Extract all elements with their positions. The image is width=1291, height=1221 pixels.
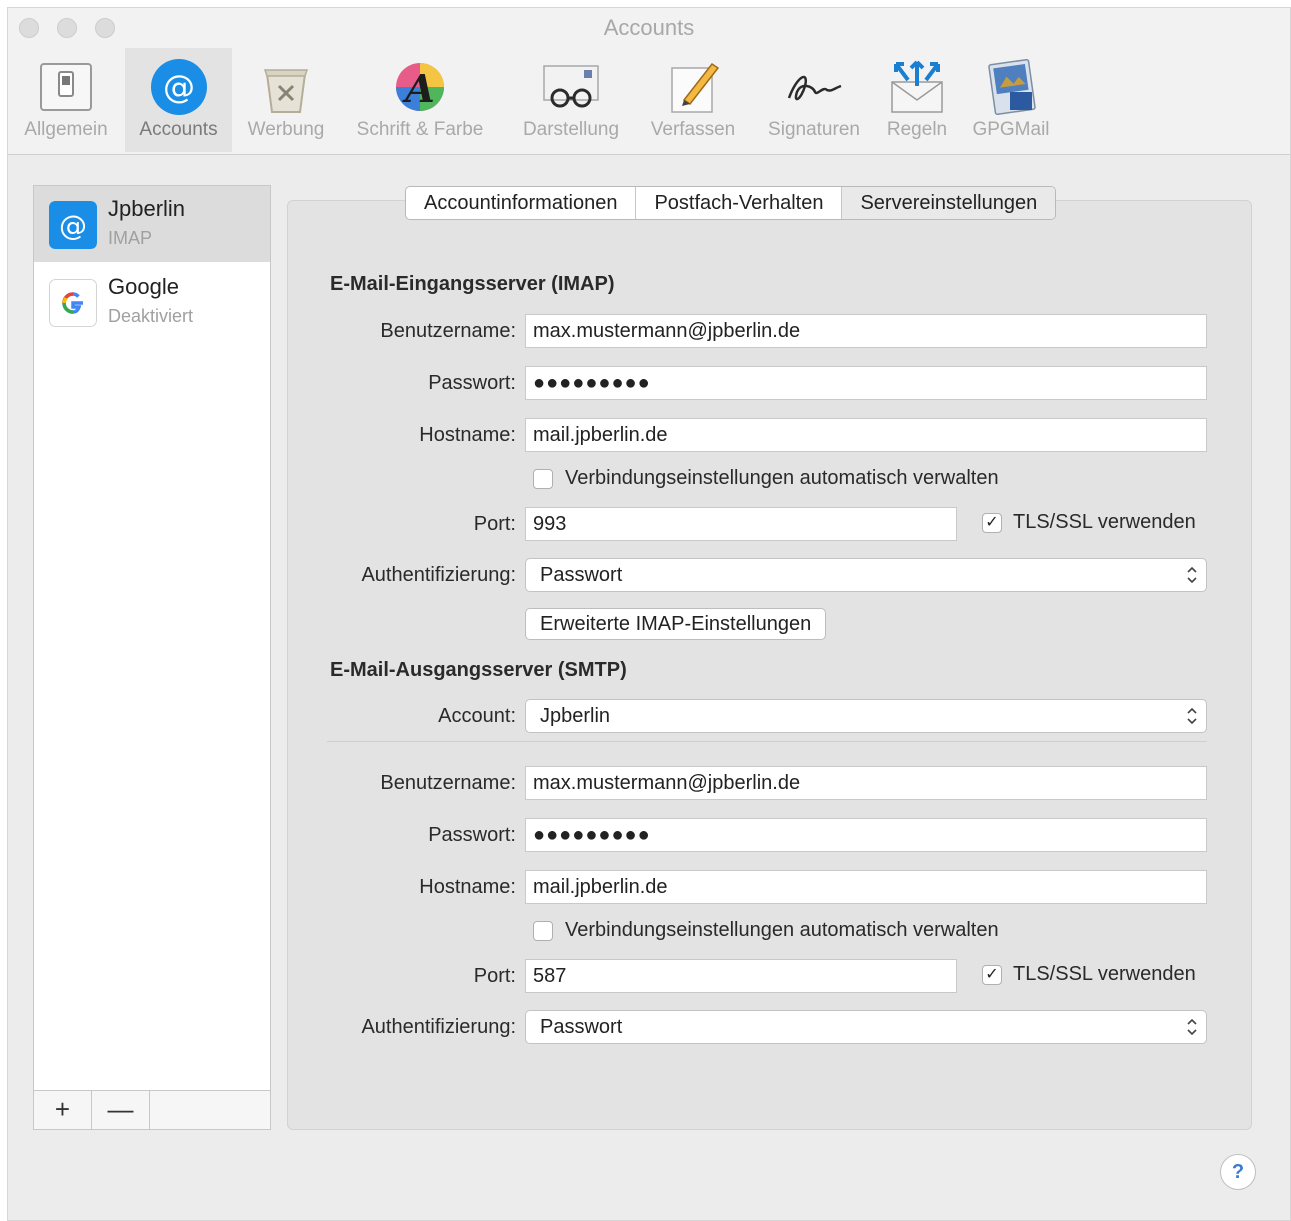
imap-port-field[interactable]: 993: [525, 507, 957, 541]
smtp-username-field[interactable]: max.mustermann@jpberlin.de: [525, 766, 1207, 800]
smtp-tls-label: TLS/SSL verwenden: [1013, 963, 1196, 985]
account-list: @ Jpberlin IMAP Google Deaktiviert + —: [33, 185, 271, 1130]
smtp-password-field[interactable]: ●●●●●●●●●: [525, 818, 1207, 852]
imap-username-field[interactable]: max.mustermann@jpberlin.de: [525, 314, 1207, 348]
toolbar-werbung[interactable]: Werbung: [236, 48, 336, 152]
tab-accountinformationen[interactable]: Accountinformationen: [406, 187, 637, 219]
imap-password-field[interactable]: ●●●●●●●●●: [525, 366, 1207, 400]
toolbar-label: Schrift & Farbe: [356, 119, 484, 140]
add-account-button[interactable]: +: [34, 1091, 92, 1129]
gpg-icon: [988, 58, 1036, 116]
toolbar-accounts[interactable]: @ Accounts: [125, 48, 232, 152]
toolbar-schrift-farbe[interactable]: A Schrift & Farbe: [340, 48, 500, 152]
help-button[interactable]: ?: [1220, 1154, 1256, 1190]
toolbar-gpgmail[interactable]: GPGMail: [962, 48, 1060, 152]
smtp-hostname-field[interactable]: mail.jpberlin.de: [525, 870, 1207, 904]
smtp-auto-manage-checkbox[interactable]: [533, 921, 553, 941]
account-type: IMAP: [108, 228, 153, 248]
glasses-icon: [543, 65, 599, 108]
remove-account-button[interactable]: —: [92, 1091, 150, 1129]
advanced-imap-settings-button[interactable]: Erweiterte IMAP-Einstellungen: [525, 608, 827, 640]
font-color-icon: A: [396, 63, 444, 111]
svg-text:A: A: [402, 66, 434, 111]
account-list-toolbar: + —: [34, 1090, 270, 1129]
toolbar-signaturen[interactable]: Signaturen: [754, 48, 874, 152]
imap-hostname-field[interactable]: mail.jpberlin.de: [525, 418, 1207, 452]
toolbar-label: GPGMail: [972, 119, 1050, 140]
toolbar-regeln[interactable]: Regeln: [878, 48, 956, 152]
pencil-icon: [671, 62, 720, 113]
imap-auth-label: Authentifizierung:: [361, 564, 516, 586]
title-bar: Accounts Allgemein @ Accounts Werbung A …: [8, 8, 1290, 155]
imap-auth-select[interactable]: Passwort: [525, 558, 1207, 592]
updown-chevron-icon: [1186, 1011, 1198, 1053]
smtp-tls-checkbox[interactable]: ✓: [982, 965, 1002, 985]
signature-icon: [787, 75, 842, 101]
svg-text:@: @: [59, 209, 87, 242]
trash-icon: [263, 69, 309, 113]
smtp-username-label: Benutzername:: [380, 772, 516, 794]
smtp-port-field[interactable]: 587: [525, 959, 957, 993]
imap-password-label: Passwort:: [428, 372, 516, 394]
imap-auto-manage-checkbox[interactable]: [533, 469, 553, 489]
imap-auto-manage-label: Verbindungseinstellungen automatisch ver…: [565, 467, 999, 489]
toolbar-darstellung[interactable]: Darstellung: [510, 48, 632, 152]
imap-tls-label: TLS/SSL verwenden: [1013, 511, 1196, 533]
window-title: Accounts: [603, 15, 695, 40]
account-item-jpberlin[interactable]: @ Jpberlin IMAP: [34, 186, 270, 262]
smtp-auth-label: Authentifizierung:: [361, 1016, 516, 1038]
google-icon: [49, 279, 97, 327]
imap-username-label: Benutzername:: [380, 320, 516, 342]
smtp-auth-value: Passwort: [540, 1016, 623, 1038]
smtp-account-value: Jpberlin: [540, 705, 611, 727]
smtp-section-title: E-Mail-Ausgangsserver (SMTP): [330, 659, 627, 681]
imap-hostname-label: Hostname:: [419, 424, 516, 446]
tab-bar: Accountinformationen Postfach-Verhalten …: [405, 186, 1057, 220]
section-divider: [327, 741, 1207, 742]
smtp-account-label: Account:: [438, 705, 516, 727]
imap-tls-checkbox[interactable]: ✓: [982, 513, 1002, 533]
toolbar-label: Verfassen: [650, 119, 736, 140]
smtp-account-select[interactable]: Jpberlin: [525, 699, 1207, 733]
tab-servereinstellungen[interactable]: Servereinstellungen: [842, 187, 1056, 219]
toolbar-allgemein[interactable]: Allgemein: [14, 48, 118, 152]
account-name: Jpberlin: [108, 196, 186, 221]
account-name: Google: [108, 274, 179, 299]
imap-port-label: Port:: [473, 513, 516, 535]
svg-text:@: @: [163, 68, 195, 106]
toolbar-label: Signaturen: [768, 119, 860, 140]
updown-chevron-icon: [1186, 559, 1198, 601]
rules-icon: [891, 60, 943, 113]
imap-section-title: E-Mail-Eingangsserver (IMAP): [330, 273, 615, 295]
smtp-port-label: Port:: [473, 965, 516, 987]
toolbar-label: Regeln: [886, 119, 948, 140]
toolbar-label: Werbung: [247, 119, 325, 140]
imap-auth-value: Passwort: [540, 564, 623, 586]
at-icon: @: [150, 59, 207, 115]
smtp-auth-select[interactable]: Passwort: [525, 1010, 1207, 1044]
smtp-auto-manage-label: Verbindungseinstellungen automatisch ver…: [565, 919, 999, 941]
updown-chevron-icon: [1186, 700, 1198, 742]
toolbar-label: Accounts: [139, 119, 218, 140]
toolbar-label: Allgemein: [24, 119, 108, 140]
toolbar-label: Darstellung: [522, 119, 620, 140]
at-icon: @: [49, 201, 97, 249]
account-status: Deaktiviert: [108, 306, 194, 326]
smtp-password-label: Passwort:: [428, 824, 516, 846]
toolbar-verfassen[interactable]: Verfassen: [640, 48, 746, 152]
tab-postfach-verhalten[interactable]: Postfach-Verhalten: [636, 187, 843, 219]
account-item-google[interactable]: Google Deaktiviert: [34, 264, 270, 340]
smtp-hostname-label: Hostname:: [419, 876, 516, 898]
switch-icon: [40, 63, 92, 111]
